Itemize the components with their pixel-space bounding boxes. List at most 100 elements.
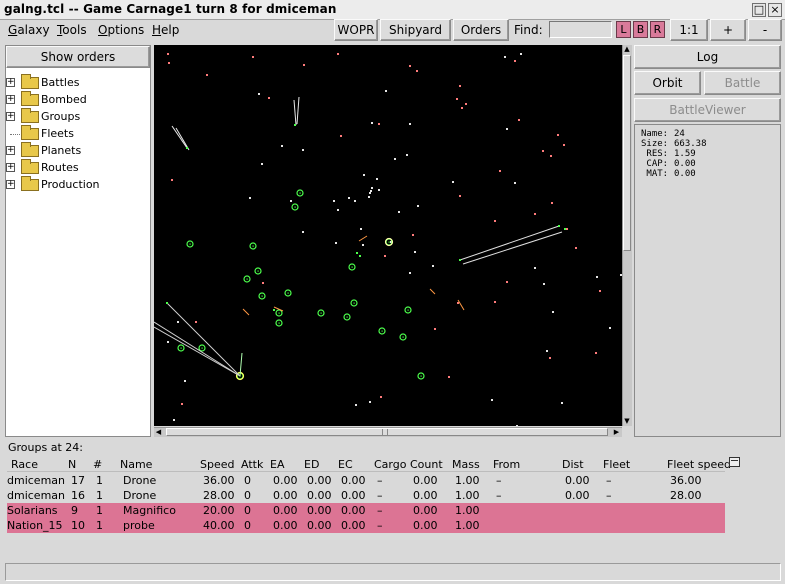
star-dot[interactable] [370,190,372,192]
star-dot[interactable] [380,396,382,398]
star-dot[interactable] [398,211,400,213]
ship-group-marker[interactable] [564,228,566,230]
column-header-attk[interactable]: Attk [241,458,263,471]
star-dot[interactable] [249,197,251,199]
tree-item-routes[interactable]: + Routes [6,159,150,177]
tree-item-production[interactable]: + Production [6,176,150,194]
column-header-fleet[interactable]: Fleet [603,458,630,471]
planet-center-dot[interactable] [189,243,191,245]
ship-group-marker[interactable] [294,124,296,126]
star-dot[interactable] [333,200,335,202]
star-dot[interactable] [550,155,552,157]
close-button[interactable]: × [768,3,782,17]
table-columns-icon[interactable] [729,457,740,467]
star-dot[interactable] [546,350,548,352]
scroll-up-arrow-icon[interactable]: ▲ [623,45,631,53]
vertical-scroll-thumb[interactable] [623,55,631,251]
planet-center-dot[interactable] [381,330,383,332]
star-dot[interactable] [543,283,545,285]
route-line[interactable] [242,308,250,316]
planet-center-dot[interactable] [402,336,404,338]
star-dot[interactable] [335,242,337,244]
star-dot[interactable] [457,302,459,304]
map-vertical-scrollbar[interactable]: ▲ ▼ [622,45,632,426]
toggle-b-button[interactable]: B [633,21,648,38]
expand-plus-icon[interactable]: + [6,180,15,189]
star-dot[interactable] [409,65,411,67]
toggle-r-button[interactable]: R [650,21,665,38]
star-dot[interactable] [566,228,568,230]
planet-center-dot[interactable] [299,192,301,194]
ship-group-marker[interactable] [359,255,361,257]
find-input[interactable] [549,21,612,38]
star-dot[interactable] [542,150,544,152]
star-dot[interactable] [595,352,597,354]
star-dot[interactable] [252,56,254,58]
route-line[interactable] [462,231,563,265]
route-line[interactable] [358,235,368,242]
star-dot[interactable] [303,64,305,66]
galaxy-map[interactable] [153,45,626,427]
star-dot[interactable] [412,234,414,236]
ship-group-marker[interactable] [186,147,188,149]
planet-center-dot[interactable] [346,316,348,318]
route-line[interactable] [153,321,241,377]
tree-item-battles[interactable]: + Battles [6,74,150,92]
log-button[interactable]: Log [634,45,781,69]
star-dot[interactable] [504,56,506,58]
star-dot[interactable] [414,251,416,253]
expand-plus-icon[interactable]: + [6,95,15,104]
star-dot[interactable] [384,255,386,257]
route-line[interactable] [459,225,560,261]
star-dot[interactable] [378,123,380,125]
star-dot[interactable] [518,119,520,121]
star-dot[interactable] [206,74,208,76]
column-header-count[interactable]: Count [410,458,443,471]
star-dot[interactable] [355,404,357,406]
expand-plus-icon[interactable]: + [6,78,15,87]
star-dot[interactable] [514,60,516,62]
expand-plus-icon[interactable]: + [6,146,15,155]
star-dot[interactable] [534,267,536,269]
route-line[interactable] [175,127,190,151]
star-dot[interactable] [514,182,516,184]
ship-group-marker[interactable] [459,259,461,261]
map-horizontal-scrollbar[interactable]: ◀ ▶ [154,427,622,437]
table-row[interactable]: Nation_15 10 1 probe 40.00 0 0.00 0.00 0.00–0.00… [7,518,725,533]
star-dot[interactable] [378,189,380,191]
column-header-n[interactable]: N [68,458,76,471]
star-dot[interactable] [184,380,186,382]
star-dot[interactable] [167,341,169,343]
column-header-cargo[interactable]: Cargo [374,458,406,471]
star-dot[interactable] [516,425,518,427]
route-line[interactable] [153,326,241,377]
column-header-ea[interactable]: EA [270,458,284,471]
expand-plus-icon[interactable]: + [6,163,15,172]
tree-item-bombed[interactable]: + Bombed [6,91,150,109]
ship-group-marker[interactable] [273,309,275,311]
table-row[interactable]: dmiceman 17 1 Drone 36.00 0 0.00 0.00 0.00–0.00 1… [7,473,725,488]
menu-galaxy[interactable]: Galaxy [8,23,50,37]
star-dot[interactable] [456,98,458,100]
tree-item-planets[interactable]: + Planets [6,142,150,160]
star-dot[interactable] [534,213,536,215]
route-line[interactable] [429,288,436,295]
star-dot[interactable] [465,103,467,105]
column-header-name[interactable]: Name [120,458,152,471]
route-line[interactable] [296,96,300,125]
star-dot[interactable] [371,122,373,124]
column-header-race[interactable]: Race [11,458,38,471]
table-row[interactable]: Solarians 9 1 Magnifico 20.00 0 0.00 0.00 0.00–0… [7,503,725,518]
star-dot[interactable] [167,53,169,55]
star-dot[interactable] [268,97,270,99]
planet-center-dot[interactable] [180,347,182,349]
column-header-mass[interactable]: Mass [452,458,480,471]
star-dot[interactable] [557,134,559,136]
orbit-button[interactable]: Orbit [634,71,701,95]
planet-center-dot[interactable] [353,302,355,304]
maximize-button[interactable]: □ [752,3,766,17]
star-dot[interactable] [459,195,461,197]
star-dot[interactable] [337,53,339,55]
column-header-from[interactable]: From [493,458,520,471]
star-dot[interactable] [258,93,260,95]
